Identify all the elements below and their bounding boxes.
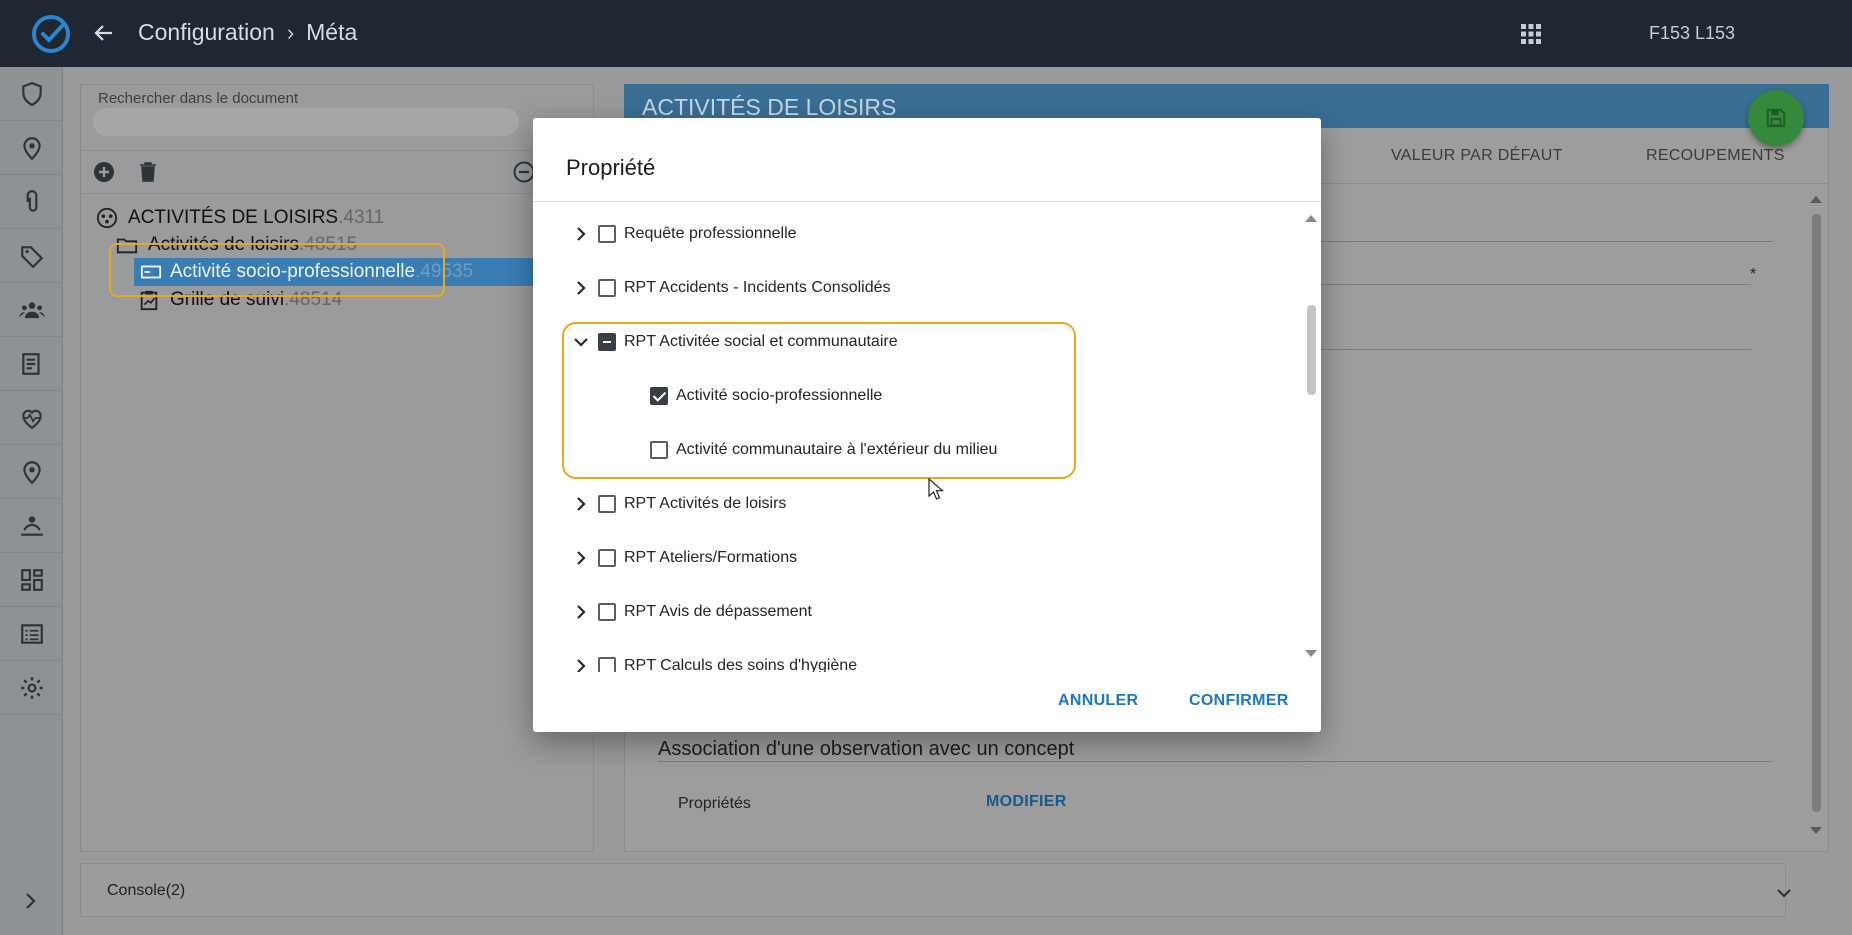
shield-icon bbox=[21, 81, 42, 106]
list-item-label: RPT Calculs des soins d'hygiène bbox=[624, 657, 858, 672]
rail-item-location[interactable] bbox=[0, 121, 63, 175]
rail-item-shield[interactable] bbox=[0, 67, 63, 121]
tree-item-activites-de-loisirs-root[interactable]: ACTIVITÉS DE LOISIRS.4311 bbox=[96, 207, 384, 229]
field-underline bbox=[1321, 241, 1773, 242]
chevron-right-icon[interactable] bbox=[570, 601, 592, 623]
rail-item-list[interactable] bbox=[0, 607, 63, 661]
left-rail bbox=[0, 67, 63, 935]
rail-item-settings[interactable] bbox=[0, 661, 63, 715]
section-divider bbox=[658, 761, 1773, 762]
dashboard-icon bbox=[20, 568, 43, 591]
list-item-rpt-ateliers-formations[interactable]: RPT Ateliers/Formations bbox=[570, 543, 797, 573]
chevron-right-icon[interactable] bbox=[570, 493, 592, 515]
detail-header-title: ACTIVITÉS DE LOISIRS bbox=[642, 94, 897, 120]
modify-button[interactable]: MODIFIER bbox=[986, 793, 1067, 811]
dialog-scrollbar-thumb[interactable] bbox=[1307, 305, 1316, 395]
rail-item-users[interactable] bbox=[0, 283, 63, 337]
search-label: Rechercher dans le document bbox=[98, 90, 299, 107]
rail-item-caregiver[interactable] bbox=[0, 499, 63, 553]
chevron-right-icon[interactable] bbox=[570, 223, 592, 245]
rail-item-dashboard[interactable] bbox=[0, 553, 63, 607]
scroll-down-icon[interactable] bbox=[1304, 649, 1318, 659]
properties-label: Propriétés bbox=[678, 795, 751, 812]
checkbox[interactable] bbox=[598, 603, 616, 621]
rail-item-tag[interactable] bbox=[0, 229, 63, 283]
location-pin-icon bbox=[22, 460, 41, 484]
trash-icon[interactable] bbox=[136, 160, 160, 184]
chevron-right-icon: › bbox=[286, 19, 295, 45]
list-item-rpt-accidents[interactable]: RPT Accidents - Incidents Consolidés bbox=[570, 273, 891, 303]
app-logo-icon[interactable] bbox=[30, 13, 72, 55]
search-input[interactable] bbox=[93, 108, 519, 136]
mouse-cursor-icon bbox=[928, 478, 944, 500]
user-name[interactable]: F153 L153 bbox=[1649, 23, 1735, 44]
field-underline bbox=[1321, 349, 1751, 350]
list-item-rpt-calculs-soins-hygiene[interactable]: RPT Calculs des soins d'hygiène bbox=[570, 651, 857, 672]
concept-icon bbox=[96, 207, 118, 229]
paperclip-icon bbox=[26, 189, 37, 212]
tree-item-id: .4311 bbox=[338, 207, 385, 228]
list-item-rpt-avis-de-depassement[interactable]: RPT Avis de dépassement bbox=[570, 597, 812, 627]
scroll-up-icon[interactable] bbox=[1809, 194, 1823, 204]
checkbox[interactable] bbox=[598, 549, 616, 567]
association-section-title: Association d'une observation avec un co… bbox=[658, 738, 1075, 760]
field-underline bbox=[1321, 284, 1751, 285]
location-pin-icon bbox=[22, 136, 41, 160]
breadcrumb: Configuration › Méta bbox=[138, 19, 357, 46]
tab-recoupements[interactable]: RECOUPEMENTS bbox=[1646, 147, 1785, 165]
add-circle-icon[interactable] bbox=[92, 160, 116, 184]
list-item-label: RPT Ateliers/Formations bbox=[624, 549, 798, 566]
heart-pulse-icon bbox=[21, 409, 42, 429]
back-arrow-icon[interactable] bbox=[92, 21, 116, 45]
list-item-label: Requête professionnelle bbox=[624, 225, 797, 242]
chevron-right-icon[interactable] bbox=[570, 655, 592, 672]
apps-grid-icon[interactable] bbox=[1519, 22, 1543, 46]
confirm-button[interactable]: CONFIRMER bbox=[1189, 692, 1289, 710]
chevron-right-icon[interactable] bbox=[570, 277, 592, 299]
document-tree-panel bbox=[80, 84, 594, 852]
cancel-button[interactable]: ANNULER bbox=[1058, 692, 1138, 710]
scroll-up-icon[interactable] bbox=[1304, 213, 1318, 223]
tag-icon bbox=[20, 245, 43, 268]
rail-item-document[interactable] bbox=[0, 337, 63, 391]
rail-item-health[interactable] bbox=[0, 391, 63, 445]
required-marker: * bbox=[1750, 266, 1757, 283]
save-icon bbox=[1766, 108, 1786, 128]
gear-icon bbox=[20, 676, 43, 699]
breadcrumb-item-configuration[interactable]: Configuration bbox=[138, 19, 275, 46]
checkbox[interactable] bbox=[598, 225, 616, 243]
rail-item-location-2[interactable] bbox=[0, 445, 63, 499]
tree-highlight-outline bbox=[109, 243, 445, 297]
tree-item-label: ACTIVITÉS DE LOISIRS bbox=[128, 207, 339, 228]
checkbox[interactable] bbox=[598, 657, 616, 672]
list-item-label: RPT Accidents - Incidents Consolidés bbox=[624, 279, 891, 296]
rail-item-attachment[interactable] bbox=[0, 175, 63, 229]
chevron-right-icon[interactable] bbox=[18, 889, 42, 913]
chevron-right-icon[interactable] bbox=[570, 547, 592, 569]
scroll-down-icon[interactable] bbox=[1809, 826, 1823, 836]
checkbox[interactable] bbox=[598, 279, 616, 297]
list-item-rpt-activites-de-loisirs[interactable]: RPT Activités de loisirs bbox=[570, 489, 786, 519]
scrollbar-thumb[interactable] bbox=[1812, 214, 1821, 812]
list-item-label: RPT Avis de dépassement bbox=[624, 603, 812, 620]
users-icon bbox=[19, 301, 44, 318]
group-highlight-outline bbox=[562, 322, 1076, 479]
console-panel[interactable] bbox=[80, 863, 1786, 917]
document-list-icon bbox=[21, 352, 40, 375]
breadcrumb-item-meta: Méta bbox=[306, 19, 358, 45]
caregiver-icon bbox=[20, 515, 43, 536]
list-item-label: RPT Activités de loisirs bbox=[624, 495, 787, 512]
list-item-requete-professionnelle[interactable]: Requête professionnelle bbox=[570, 219, 797, 249]
dialog-title: Propriété bbox=[566, 155, 656, 180]
checkbox[interactable] bbox=[598, 495, 616, 513]
tab-valeur-par-defaut[interactable]: VALEUR PAR DÉFAUT bbox=[1391, 147, 1563, 165]
list-icon bbox=[20, 623, 43, 644]
console-label: Console(2) bbox=[107, 882, 186, 899]
save-button[interactable] bbox=[1748, 90, 1804, 146]
chevron-down-icon[interactable] bbox=[1772, 881, 1796, 905]
detail-scrollbar[interactable] bbox=[1806, 190, 1826, 840]
